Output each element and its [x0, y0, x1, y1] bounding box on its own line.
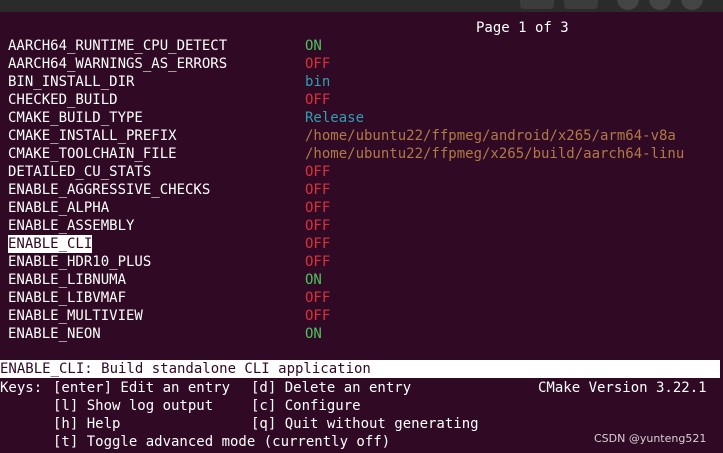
- page-indicator: Page 1 of 3: [476, 20, 569, 36]
- entry-key[interactable]: AARCH64_RUNTIME_CPU_DETECT: [8, 37, 227, 55]
- entry-value[interactable]: OFF: [305, 217, 330, 235]
- entry-value[interactable]: OFF: [305, 91, 330, 109]
- entry-value[interactable]: OFF: [305, 163, 330, 181]
- entry-value[interactable]: OFF: [305, 181, 330, 199]
- entry-description: ENABLE_CLI: Build standalone CLI applica…: [0, 360, 720, 378]
- entry-value[interactable]: OFF: [305, 289, 330, 307]
- entry-value[interactable]: OFF: [305, 253, 330, 271]
- entry-value[interactable]: ON: [305, 271, 322, 289]
- entry-key[interactable]: ENABLE_CLI: [8, 235, 93, 253]
- entry-value[interactable]: ON: [305, 325, 322, 343]
- entry-value[interactable]: OFF: [305, 307, 330, 325]
- entry-value[interactable]: OFF: [305, 235, 330, 253]
- entry-key[interactable]: ENABLE_MULTIVIEW: [8, 307, 143, 325]
- entry-key[interactable]: ENABLE_ASSEMBLY: [8, 217, 134, 235]
- entry-key[interactable]: CMAKE_TOOLCHAIN_FILE: [8, 145, 177, 163]
- entry-value[interactable]: OFF: [305, 199, 330, 217]
- entry-key[interactable]: BIN_INSTALL_DIR: [8, 73, 134, 91]
- close-icon[interactable]: [681, 0, 703, 10]
- help-hint: [h] Help: [53, 416, 121, 432]
- keys-label: Keys:: [0, 380, 43, 396]
- delete-entry-hint: [d] Delete an entry: [251, 380, 412, 396]
- quit-hint: [q] Quit without generating: [251, 416, 479, 432]
- entry-key[interactable]: ENABLE_HDR10_PLUS: [8, 253, 151, 271]
- entry-value[interactable]: bin: [305, 73, 330, 91]
- cmake-version: CMake Version 3.22.1: [538, 380, 707, 396]
- entry-key[interactable]: ENABLE_NEON: [8, 325, 101, 343]
- entry-key[interactable]: ENABLE_LIBNUMA: [8, 271, 126, 289]
- edit-entry-hint: [enter] Edit an entry: [53, 380, 231, 396]
- entry-key[interactable]: ENABLE_ALPHA: [8, 199, 109, 217]
- entry-key[interactable]: CHECKED_BUILD: [8, 91, 118, 109]
- show-log-hint: [l] Show log output: [53, 398, 214, 414]
- window-titlebar: [0, 0, 723, 12]
- entry-value[interactable]: /home/ubuntu22/ffpmeg/android/x265/arm64…: [305, 127, 676, 145]
- entry-key[interactable]: AARCH64_WARNINGS_AS_ERRORS: [8, 55, 227, 73]
- entry-value[interactable]: /home/ubuntu22/ffpmeg/x265/build/aarch64…: [305, 145, 684, 163]
- entry-key[interactable]: ENABLE_LIBVMAF: [8, 289, 126, 307]
- entry-key[interactable]: DETAILED_CU_STATS: [8, 163, 151, 181]
- entry-key[interactable]: CMAKE_INSTALL_PREFIX: [8, 127, 177, 145]
- entry-key[interactable]: ENABLE_AGGRESSIVE_CHECKS: [8, 181, 210, 199]
- titlebar-menu-button[interactable]: [564, 0, 598, 9]
- configure-hint: [c] Configure: [251, 398, 361, 414]
- entry-value[interactable]: ON: [305, 37, 322, 55]
- entry-value[interactable]: OFF: [305, 55, 330, 73]
- minimize-icon[interactable]: [617, 0, 639, 10]
- entry-value[interactable]: Release: [305, 109, 364, 127]
- maximize-icon[interactable]: [649, 0, 671, 10]
- watermark: CSDN @yunteng521: [594, 432, 707, 445]
- titlebar-button[interactable]: [520, 0, 554, 9]
- entry-key[interactable]: CMAKE_BUILD_TYPE: [8, 109, 143, 127]
- toggle-advanced-hint: [t] Toggle advanced mode (currently off): [53, 434, 391, 450]
